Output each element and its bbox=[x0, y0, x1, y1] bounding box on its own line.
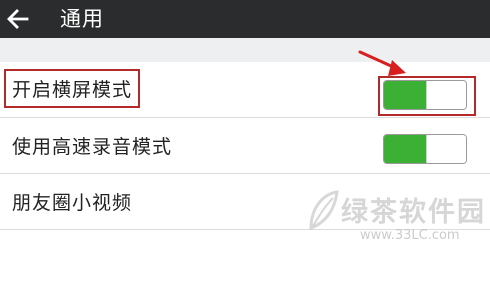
annotation-arrow-icon bbox=[358, 50, 406, 76]
toggle-on-fill bbox=[384, 81, 426, 109]
arrow-left-icon bbox=[7, 9, 29, 29]
setting-label-fast-recording: 使用高速录音模式 bbox=[12, 136, 173, 158]
toggle-on-fill bbox=[384, 135, 426, 163]
watermark-url: www.33LC.com bbox=[360, 228, 460, 243]
page-title: 通用 bbox=[60, 7, 104, 31]
back-button[interactable] bbox=[0, 0, 36, 38]
leaf-logo-icon bbox=[309, 190, 339, 231]
landscape-mode-toggle[interactable] bbox=[383, 80, 467, 110]
watermark-logo: 绿茶软件园 www.33LC.com bbox=[305, 188, 490, 251]
toggle-knob bbox=[426, 135, 466, 163]
setting-label-moments-video: 朋友圈小视频 bbox=[12, 192, 133, 214]
top-app-bar: 通用 bbox=[0, 0, 490, 38]
toggle-knob bbox=[426, 81, 466, 109]
section-gap bbox=[0, 38, 490, 62]
fast-recording-toggle[interactable] bbox=[383, 134, 467, 164]
setting-label-landscape-mode: 开启横屏模式 bbox=[4, 69, 141, 108]
watermark-text: 绿茶软件园 bbox=[341, 197, 486, 228]
